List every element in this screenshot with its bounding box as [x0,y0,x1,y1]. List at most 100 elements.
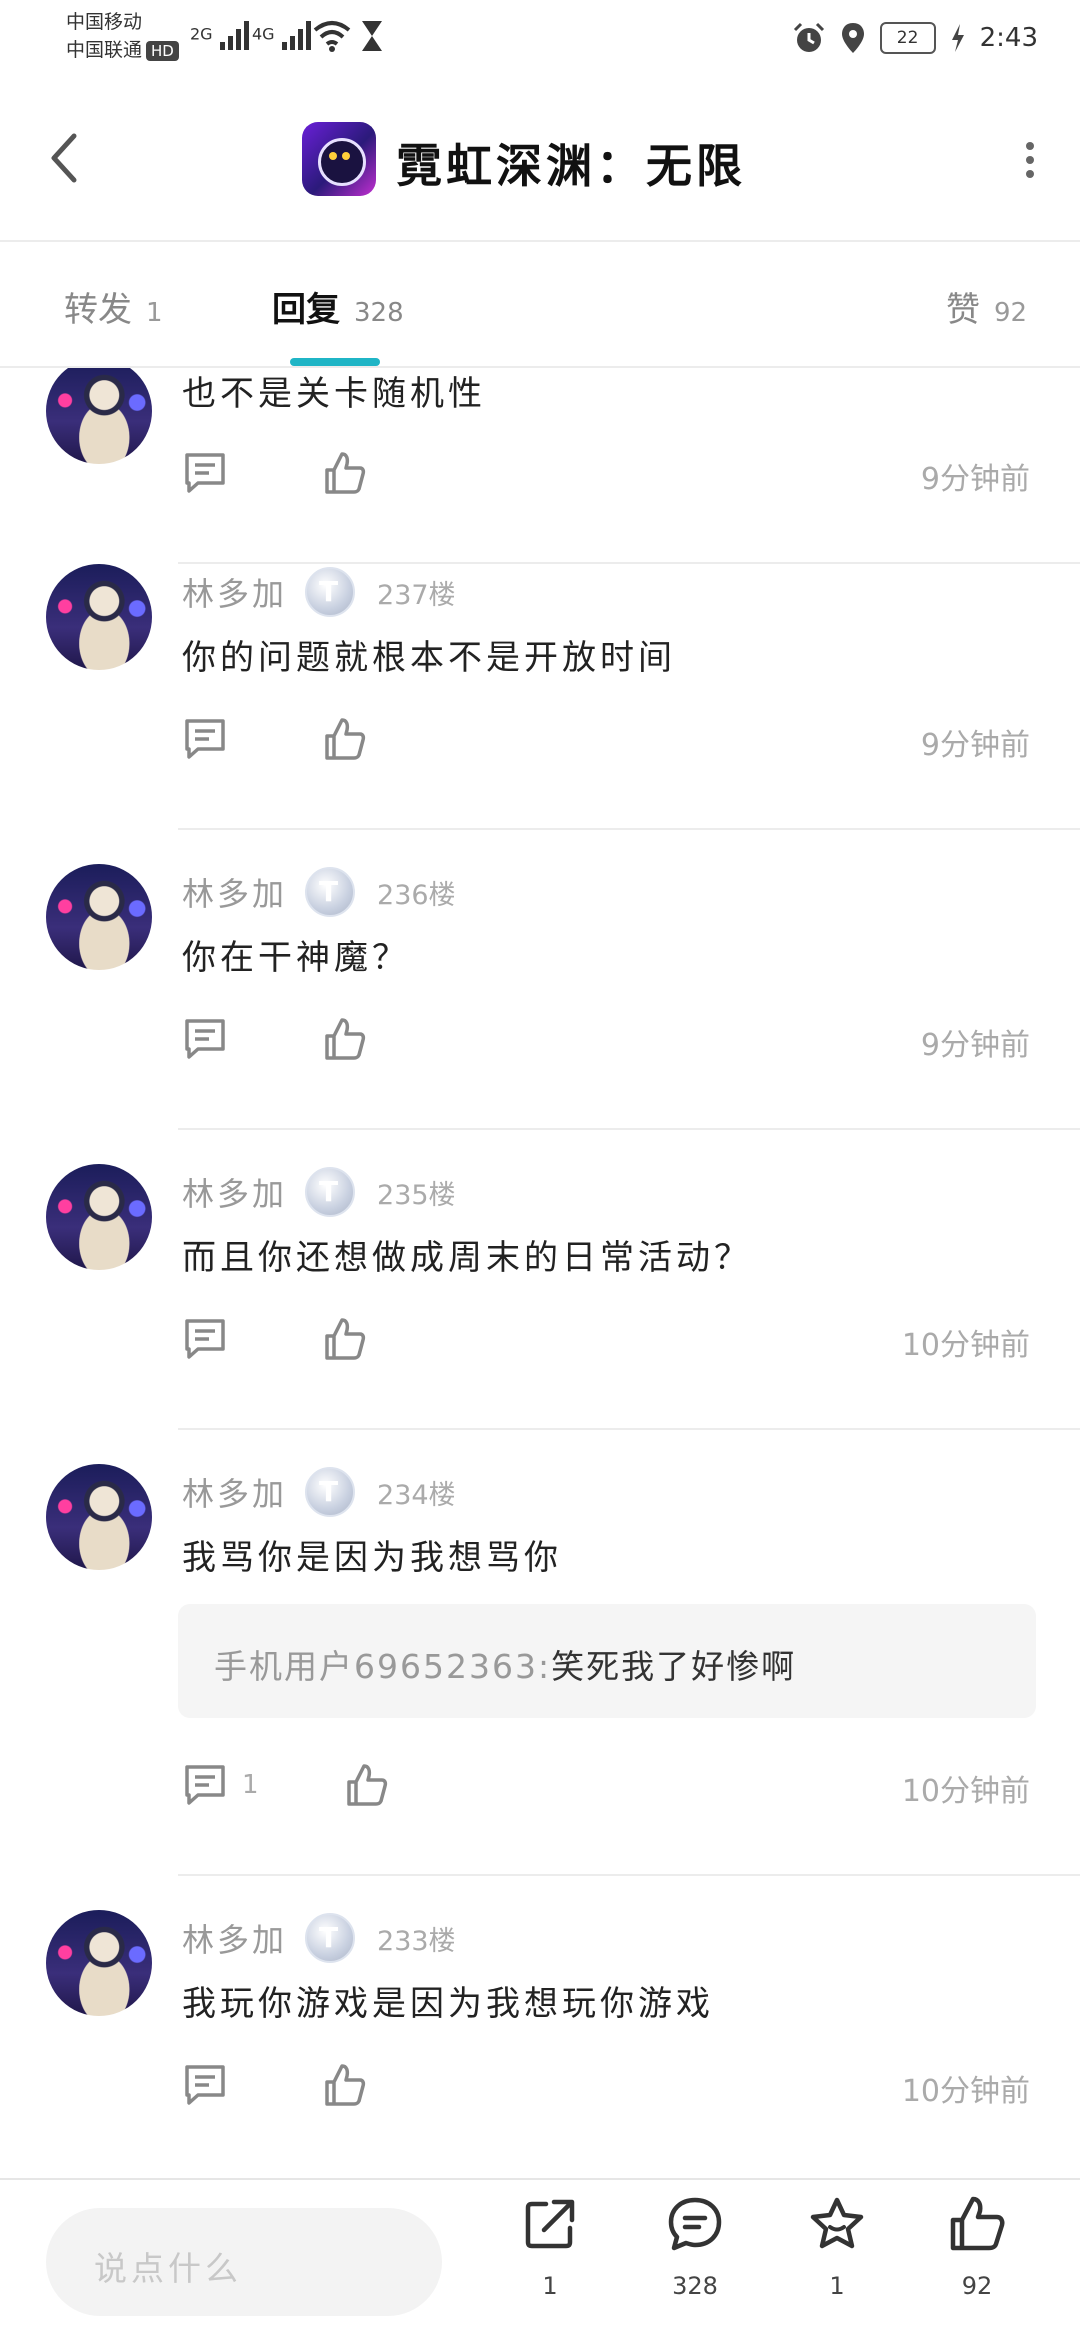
level-badge: T [305,1913,356,1963]
reply-text: 也不是关卡随机性 [182,374,486,414]
username[interactable]: 林多加 [182,1169,287,1215]
header: 霓虹深渊：无限 [0,80,1080,242]
floor-number: 233楼 [377,1925,456,1957]
clock: 2:43 [979,23,1038,53]
reply-time: 10分钟前 [901,2074,1030,2109]
reply-count: 1 [242,1770,259,1800]
signal-2g: 2G [190,18,254,52]
floor-number: 234楼 [377,1479,456,1511]
location-icon [841,23,864,53]
floor-number: 236楼 [377,879,456,911]
reply-text: 而且你还想做成周末的日常活动？ [182,1238,752,1278]
level-badge: T [305,567,356,617]
carrier-info: 中国移动 中国联通 HD [66,8,179,64]
comment-icon[interactable] [182,2062,228,2108]
reply-text: 你在干神魔？ [182,938,410,978]
reply-meta: 林多加 T 235楼 [182,1164,456,1220]
thumbs-up-icon[interactable] [322,1016,368,1062]
divider [178,1128,1080,1130]
comment-input[interactable]: 说点什么 [46,2208,442,2316]
comment-icon[interactable] [182,1316,228,1362]
sub-reply-text: 笑死我了好惨啊 [551,1647,797,1686]
comment-count: 328 [672,2272,718,2300]
reply-list[interactable]: 也不是关卡随机性 9分钟前 林多加 T 237楼 你的问题就根本不是开放时间 9… [0,368,1080,2178]
avatar[interactable] [46,1164,152,1270]
floor-number: 235楼 [377,1179,456,1211]
reply-time: 9分钟前 [920,462,1030,497]
wifi-icon [313,21,351,52]
share-button[interactable]: 1 [500,2194,600,2300]
thumbs-up-icon [950,2196,1005,2251]
tab-like[interactable]: 赞 92 [946,282,1027,331]
carrier-2: 中国联通 [66,39,143,61]
sub-reply-user[interactable]: 手机用户69652363: [214,1647,551,1686]
hd-badge: HD [146,41,179,61]
thumbs-up-icon[interactable] [322,716,368,762]
username[interactable]: 林多加 [182,869,287,915]
app-icon [302,122,376,196]
comment-icon[interactable] [182,450,228,496]
floor-number: 237楼 [377,579,456,611]
divider [178,828,1080,830]
avatar[interactable] [46,1910,152,2016]
username[interactable]: 林多加 [182,1915,287,1961]
thumbs-up-icon[interactable] [322,1316,368,1362]
tab-forward[interactable]: 转发 1 [64,282,163,331]
carrier-1: 中国移动 [66,11,143,33]
level-badge: T [305,867,356,917]
signal-bars-icon [281,21,311,50]
like-button[interactable]: 92 [927,2194,1027,2300]
signal-bars-icon [219,21,249,50]
thumbs-up-icon[interactable] [344,1762,390,1808]
share-icon [525,2199,575,2249]
bottom-action-bar: 说点什么 1 328 1 92 [0,2178,1080,2342]
alarm-icon [793,22,824,52]
reply-meta: 林多加 T 233楼 [182,1910,456,1966]
status-bar: 中国移动 中国联通 HD 2G 4G 22 2:43 [0,0,1080,80]
reply-text: 你的问题就根本不是开放时间 [182,638,676,678]
charging-icon [951,24,964,52]
tab-indicator [290,358,380,366]
comment-icon[interactable] [182,1762,228,1808]
thumbs-up-icon[interactable] [322,2062,368,2108]
more-vertical-icon[interactable] [1020,138,1040,186]
comment-icon [668,2197,722,2251]
chevron-left-icon[interactable] [44,128,84,188]
divider [178,1874,1080,1876]
reply-time: 9分钟前 [920,728,1030,763]
username[interactable]: 林多加 [182,1469,287,1515]
comment-button[interactable]: 328 [645,2194,745,2300]
tab-bar: 转发 1 回复 328 赞 92 [0,242,1080,368]
page-title: 霓虹深渊：无限 [396,139,746,193]
signal-4g: 4G [252,18,316,52]
divider [178,1428,1080,1430]
favorite-count: 1 [829,2272,845,2300]
reply-meta: 林多加 T 236楼 [182,864,456,920]
thumbs-up-icon[interactable] [322,450,368,496]
avatar[interactable] [46,368,152,464]
sub-reply-preview[interactable]: 手机用户69652363:笑死我了好惨啊 [178,1604,1036,1718]
reply-time: 10分钟前 [901,1774,1030,1809]
hourglass-icon [362,21,382,51]
comment-icon[interactable] [182,716,228,762]
avatar[interactable] [46,1464,152,1570]
comment-icon[interactable] [182,1016,228,1062]
star-icon [810,2197,864,2249]
share-count: 1 [542,2272,558,2300]
battery-indicator: 22 [879,22,936,54]
comment-input-placeholder: 说点什么 [94,2249,242,2288]
status-right: 22 2:43 [792,18,1038,58]
reply-meta: 林多加 T 234楼 [182,1464,456,1520]
reply-time: 9分钟前 [920,1028,1030,1063]
username[interactable]: 林多加 [182,569,287,615]
like-count: 92 [961,2272,993,2300]
level-badge: T [305,1167,356,1217]
avatar[interactable] [46,564,152,670]
reply-text: 我玩你游戏是因为我想玩你游戏 [182,1984,714,2024]
reply-time: 10分钟前 [901,1328,1030,1363]
level-badge: T [305,1467,356,1517]
favorite-button[interactable]: 1 [787,2194,887,2300]
tab-reply[interactable]: 回复 328 [272,282,404,331]
avatar[interactable] [46,864,152,970]
reply-meta: 林多加 T 237楼 [182,564,456,620]
